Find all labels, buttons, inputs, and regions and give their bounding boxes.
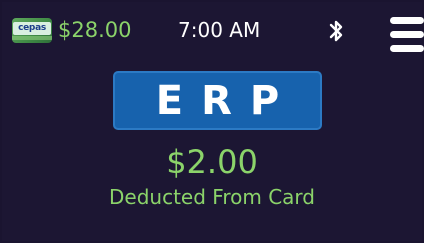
card-icon-label: cepas [13,22,51,35]
menu-bar [390,17,424,24]
in-vehicle-unit-screen: cepas $28.00 7:00 AM ERP $2.00 Deducted … [2,2,424,241]
cepas-card-icon: cepas [12,18,52,43]
clock-time: 7:00 AM [178,18,261,42]
status-bar: cepas $28.00 7:00 AM [2,2,424,60]
deducted-amount: $2.00 [166,143,258,181]
menu-bar [390,45,424,52]
erp-badge: ERP [113,71,322,130]
erp-badge-text: ERP [155,78,298,124]
deduction-caption: Deducted From Card [109,185,315,209]
bluetooth-icon [329,20,343,42]
card-balance: $28.00 [58,18,132,42]
menu-bar [390,31,424,38]
card-stripe [12,36,52,40]
hamburger-menu-icon[interactable] [390,17,424,53]
